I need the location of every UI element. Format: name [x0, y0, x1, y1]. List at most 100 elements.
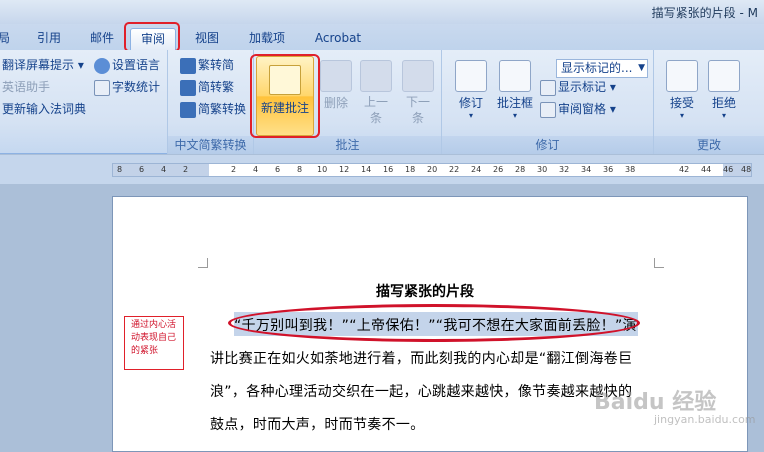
- proofing-group: 翻译屏幕提示 ▾ 设置语言 英语助手 字数统计 更新输入法词典: [0, 50, 168, 154]
- comments-group-label: 批注: [254, 136, 441, 154]
- document-title: 描写紧张的片段: [376, 284, 474, 300]
- paragraph-line: 讲比赛正在如火如荼地进行着，而此刻我的内心却是“翻江倒海卷巨: [210, 351, 633, 367]
- ruler-tick: 42: [679, 165, 690, 174]
- balloons-button[interactable]: 批注框 ▾: [492, 56, 538, 120]
- tab-addins[interactable]: 加载项: [242, 28, 292, 50]
- changes-group: 接受 ▾ 拒绝 ▾ 更改: [654, 50, 764, 154]
- chinese-conversion-label: 简繁转换: [198, 102, 247, 116]
- show-markup-button[interactable]: 显示标记 ▾: [540, 78, 616, 96]
- ruler-tick: 14: [361, 165, 372, 174]
- ruler-tick: 44: [701, 165, 712, 174]
- track-changes-dropdown-icon: ▾: [468, 111, 473, 120]
- word-count-icon: [94, 79, 110, 96]
- ruler-tick: 2: [231, 165, 237, 174]
- changes-group-label: 更改: [654, 136, 764, 154]
- english-assistant-button[interactable]: 英语助手: [2, 78, 50, 96]
- display-markup-value: 显示标记的...: [561, 61, 633, 75]
- chinese-conversion-group-label: 中文简繁转换: [168, 136, 253, 154]
- ruler-tick: 8: [117, 165, 123, 174]
- ruler-tick: 22: [449, 165, 460, 174]
- reject-label: 拒绝: [711, 96, 736, 110]
- trad-to-simp-button[interactable]: 繁转简: [180, 56, 234, 74]
- accept-button[interactable]: 接受 ▾: [660, 56, 704, 120]
- ruler-tick: 28: [515, 165, 526, 174]
- ruler-tick: 4: [253, 165, 259, 174]
- margin-corner-mark: [654, 258, 664, 268]
- reject-icon: [708, 60, 740, 92]
- paragraph-line: 鼓点，时而大声，时而节奏不一。: [210, 417, 425, 433]
- reject-button[interactable]: 拒绝 ▾: [702, 56, 746, 120]
- word-count-button[interactable]: 字数统计: [94, 78, 160, 96]
- tab-view[interactable]: 视图: [188, 28, 226, 50]
- delete-comment-icon: [320, 60, 352, 92]
- balloons-dropdown-icon: ▾: [512, 111, 517, 120]
- display-markup-select[interactable]: 显示标记的... ▼: [556, 59, 648, 78]
- reviewing-pane-label: 审阅窗格: [558, 102, 607, 116]
- tab-acrobat[interactable]: Acrobat: [308, 28, 368, 50]
- track-changes-button[interactable]: 修订 ▾: [450, 56, 492, 120]
- delete-comment-button[interactable]: 删除: [316, 56, 356, 111]
- horizontal-ruler[interactable]: 8 6 4 2 2 4 6 8 10 12 14 16 18 20 22 24 …: [112, 163, 752, 177]
- margin-corner-mark: [198, 258, 208, 268]
- ruler-tick: 18: [405, 165, 416, 174]
- simp-to-trad-button[interactable]: 简转繁: [180, 78, 234, 96]
- ruler-tick: 32: [559, 165, 570, 174]
- set-language-button[interactable]: 设置语言: [94, 56, 160, 74]
- reject-dropdown-icon: ▾: [721, 111, 726, 120]
- previous-comment-label: 上一条: [363, 95, 388, 125]
- next-comment-icon: [402, 60, 434, 92]
- translate-tip-button[interactable]: 翻译屏幕提示 ▾: [2, 56, 84, 74]
- update-ime-dictionary-button[interactable]: 更新输入法词典: [2, 100, 86, 118]
- selection-highlight-oval: [228, 304, 640, 342]
- title-bar: 描写紧张的片段 - M: [0, 0, 764, 24]
- ruler-tick: 24: [471, 165, 482, 174]
- ruler-tick: 6: [275, 165, 281, 174]
- new-comment-highlight: [250, 54, 320, 138]
- reviewing-pane-icon: [540, 101, 556, 118]
- simp-to-trad-label: 简转繁: [198, 80, 235, 94]
- paragraph-line: 浪”，各种心理活动交织在一起，心跳越来越快，像节奏越来越快的: [210, 384, 633, 400]
- set-language-label: 设置语言: [112, 58, 161, 72]
- balloons-label: 批注框: [496, 96, 533, 110]
- delete-comment-label: 删除: [323, 96, 348, 110]
- ribbon-tabs: 局 引用 邮件 审阅 视图 加载项 Acrobat: [0, 24, 764, 50]
- ruler-tick: 12: [339, 165, 350, 174]
- ruler-tick: 38: [625, 165, 636, 174]
- review-tab-highlight: [124, 22, 180, 52]
- show-markup-icon: [540, 79, 556, 96]
- next-comment-button[interactable]: 下一条: [400, 56, 436, 126]
- ruler-tick: 6: [139, 165, 145, 174]
- accept-label: 接受: [669, 96, 694, 110]
- conversion-icon: [180, 101, 196, 118]
- balloons-icon: [499, 60, 531, 92]
- trad-to-simp-icon: [180, 57, 196, 74]
- track-changes-label: 修订: [458, 96, 483, 110]
- chinese-conversion-group: 繁转简 简转繁 简繁转换 中文简繁转换: [168, 50, 254, 154]
- reviewing-pane-button[interactable]: 审阅窗格 ▾: [540, 100, 616, 118]
- chinese-conversion-button[interactable]: 简繁转换: [180, 100, 246, 118]
- ruler-tick: 10: [317, 165, 328, 174]
- tab-mailings[interactable]: 邮件: [84, 28, 120, 50]
- word-count-label: 字数统计: [112, 80, 161, 94]
- trad-to-simp-label: 繁转简: [198, 58, 235, 72]
- chevron-down-icon: ▼: [638, 63, 645, 73]
- english-assistant-label: 英语助手: [2, 80, 51, 94]
- baidu-watermark-logo: Baidu 经验: [594, 390, 717, 415]
- baidu-watermark-url: jingyan.baidu.com: [654, 413, 756, 426]
- globe-icon: [94, 57, 110, 74]
- tracking-group-label: 修订: [442, 136, 653, 154]
- ruler-tick: 20: [427, 165, 438, 174]
- ruler-tick: 16: [383, 165, 394, 174]
- accept-icon: [666, 60, 698, 92]
- translate-tip-label: 翻译屏幕提示: [2, 58, 75, 72]
- update-ime-dictionary-label: 更新输入法词典: [2, 102, 87, 116]
- tab-layout[interactable]: 局: [0, 28, 12, 50]
- previous-comment-button[interactable]: 上一条: [358, 56, 394, 126]
- ruler-tick: 2: [183, 165, 189, 174]
- simp-to-trad-icon: [180, 79, 196, 96]
- ruler-tick: 4: [161, 165, 167, 174]
- accept-dropdown-icon: ▾: [679, 111, 684, 120]
- next-comment-label: 下一条: [405, 95, 430, 125]
- ruler-tick: 46: [723, 165, 734, 174]
- tab-references[interactable]: 引用: [30, 28, 68, 50]
